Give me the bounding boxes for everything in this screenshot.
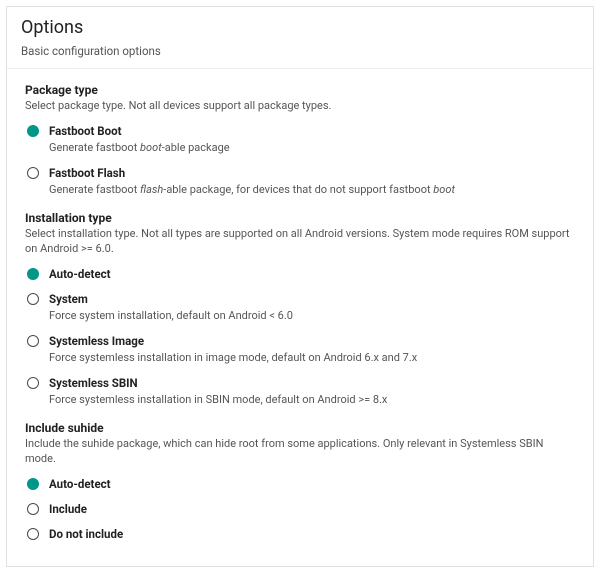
group-desc: Include the suhide package, which can hi…	[25, 437, 575, 467]
radio-option[interactable]: System Force system installation, default…	[25, 292, 575, 324]
options-card: Options Basic configuration options Pack…	[6, 6, 594, 567]
option-desc: Force systemless installation in image m…	[49, 351, 575, 366]
radio-option[interactable]: Fastboot Boot Generate fastboot boot-able…	[25, 124, 575, 156]
option-text: Auto-detect	[49, 477, 575, 492]
radio-unselected-icon[interactable]	[27, 293, 39, 305]
option-text: Include	[49, 502, 575, 517]
option-desc: Generate fastboot boot-able package	[49, 141, 575, 156]
option-label: Fastboot Flash	[49, 166, 575, 181]
radio-unselected-icon[interactable]	[27, 335, 39, 347]
page-subtitle: Basic configuration options	[21, 44, 579, 58]
option-label: Systemless SBIN	[49, 376, 575, 391]
group-desc: Select installation type. Not all types …	[25, 227, 575, 257]
option-text: Fastboot Flash Generate fastboot flash-ab…	[49, 166, 575, 198]
option-label: Auto-detect	[49, 267, 575, 282]
group-title: Include suhide	[25, 421, 575, 435]
radio-unselected-icon[interactable]	[27, 167, 39, 179]
option-label: Fastboot Boot	[49, 124, 575, 139]
option-group: Include suhide Include the suhide package…	[25, 421, 575, 542]
radio-selected-icon[interactable]	[27, 268, 39, 280]
radio-option[interactable]: Include	[25, 502, 575, 517]
option-group: Installation type Select installation typ…	[25, 211, 575, 407]
radio-selected-icon[interactable]	[27, 478, 39, 490]
option-text: Fastboot Boot Generate fastboot boot-able…	[49, 124, 575, 156]
option-label: Auto-detect	[49, 477, 575, 492]
option-text: Systemless Image Force systemless install…	[49, 334, 575, 366]
radio-unselected-icon[interactable]	[27, 528, 39, 540]
radio-selected-icon[interactable]	[27, 125, 39, 137]
radio-unselected-icon[interactable]	[27, 503, 39, 515]
option-group: Package type Select package type. Not all…	[25, 83, 575, 197]
group-desc: Select package type. Not all devices sup…	[25, 99, 575, 114]
card-header: Options Basic configuration options	[7, 7, 593, 69]
radio-option[interactable]: Systemless SBIN Force systemless installa…	[25, 376, 575, 408]
page-title: Options	[21, 17, 579, 38]
radio-option[interactable]: Auto-detect	[25, 267, 575, 282]
option-label: System	[49, 292, 575, 307]
option-desc: Force systemless installation in SBIN mo…	[49, 393, 575, 408]
option-label: Include	[49, 502, 575, 517]
group-title: Installation type	[25, 211, 575, 225]
option-text: Auto-detect	[49, 267, 575, 282]
radio-option[interactable]: Fastboot Flash Generate fastboot flash-ab…	[25, 166, 575, 198]
radio-option[interactable]: Systemless Image Force systemless install…	[25, 334, 575, 366]
group-title: Package type	[25, 83, 575, 97]
option-label: Systemless Image	[49, 334, 575, 349]
option-text: System Force system installation, default…	[49, 292, 575, 324]
card-body: Package type Select package type. Not all…	[7, 69, 593, 566]
option-desc: Force system installation, default on An…	[49, 309, 575, 324]
radio-option[interactable]: Auto-detect	[25, 477, 575, 492]
radio-unselected-icon[interactable]	[27, 377, 39, 389]
option-text: Systemless SBIN Force systemless installa…	[49, 376, 575, 408]
option-desc: Generate fastboot flash-able package, fo…	[49, 183, 575, 198]
